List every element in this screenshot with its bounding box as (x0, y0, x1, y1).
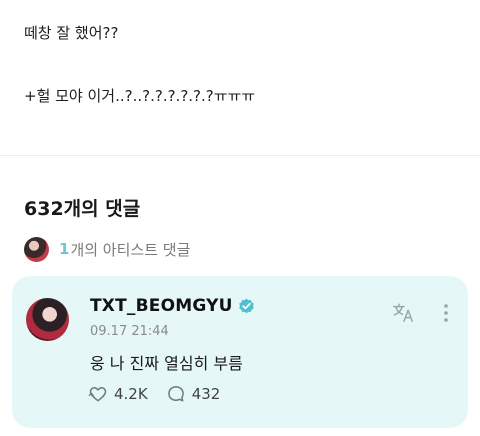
artist-comment-label: 개의 아티스트 댓글 (70, 240, 191, 259)
comment-text: 웅 나 진짜 열심히 부름 (90, 354, 243, 373)
post-text-line-1: 떼창 잘 했어?? (24, 24, 119, 42)
reply-icon (167, 386, 184, 402)
comment-actions: 4.2K 432 (88, 384, 238, 404)
translate-icon[interactable] (392, 302, 416, 324)
comment-timestamp: 09.17 21:44 (90, 324, 169, 339)
like-count: 4.2K (114, 385, 148, 403)
more-vertical-icon[interactable] (440, 302, 452, 324)
section-divider (0, 155, 480, 156)
comment-username[interactable]: TXT_BEOMGYU (90, 296, 233, 316)
verified-badge-icon (238, 298, 254, 313)
artist-comment-count: 1 (59, 240, 70, 258)
reply-count: 432 (191, 385, 221, 403)
artist-comment-card: TXT_BEOMGYU 09.17 21:44 웅 나 진짜 열심히 부름 4.… (12, 276, 468, 428)
like-icon (88, 387, 107, 402)
avatar[interactable] (26, 298, 69, 341)
artist-mini-avatar (24, 236, 49, 262)
comment-author-row: TXT_BEOMGYU (90, 296, 255, 316)
like-button[interactable]: 4.2K (88, 384, 148, 404)
reply-button[interactable]: 432 (166, 384, 221, 404)
post-text-line-2: +헐 모야 이거..?..?.?.?.?.?.?ㅠㅠㅠ (24, 87, 256, 105)
artist-comments-filter[interactable]: 1 개의 아티스트 댓글 (24, 236, 190, 262)
comments-count-header: 632개의 댓글 (24, 198, 141, 220)
